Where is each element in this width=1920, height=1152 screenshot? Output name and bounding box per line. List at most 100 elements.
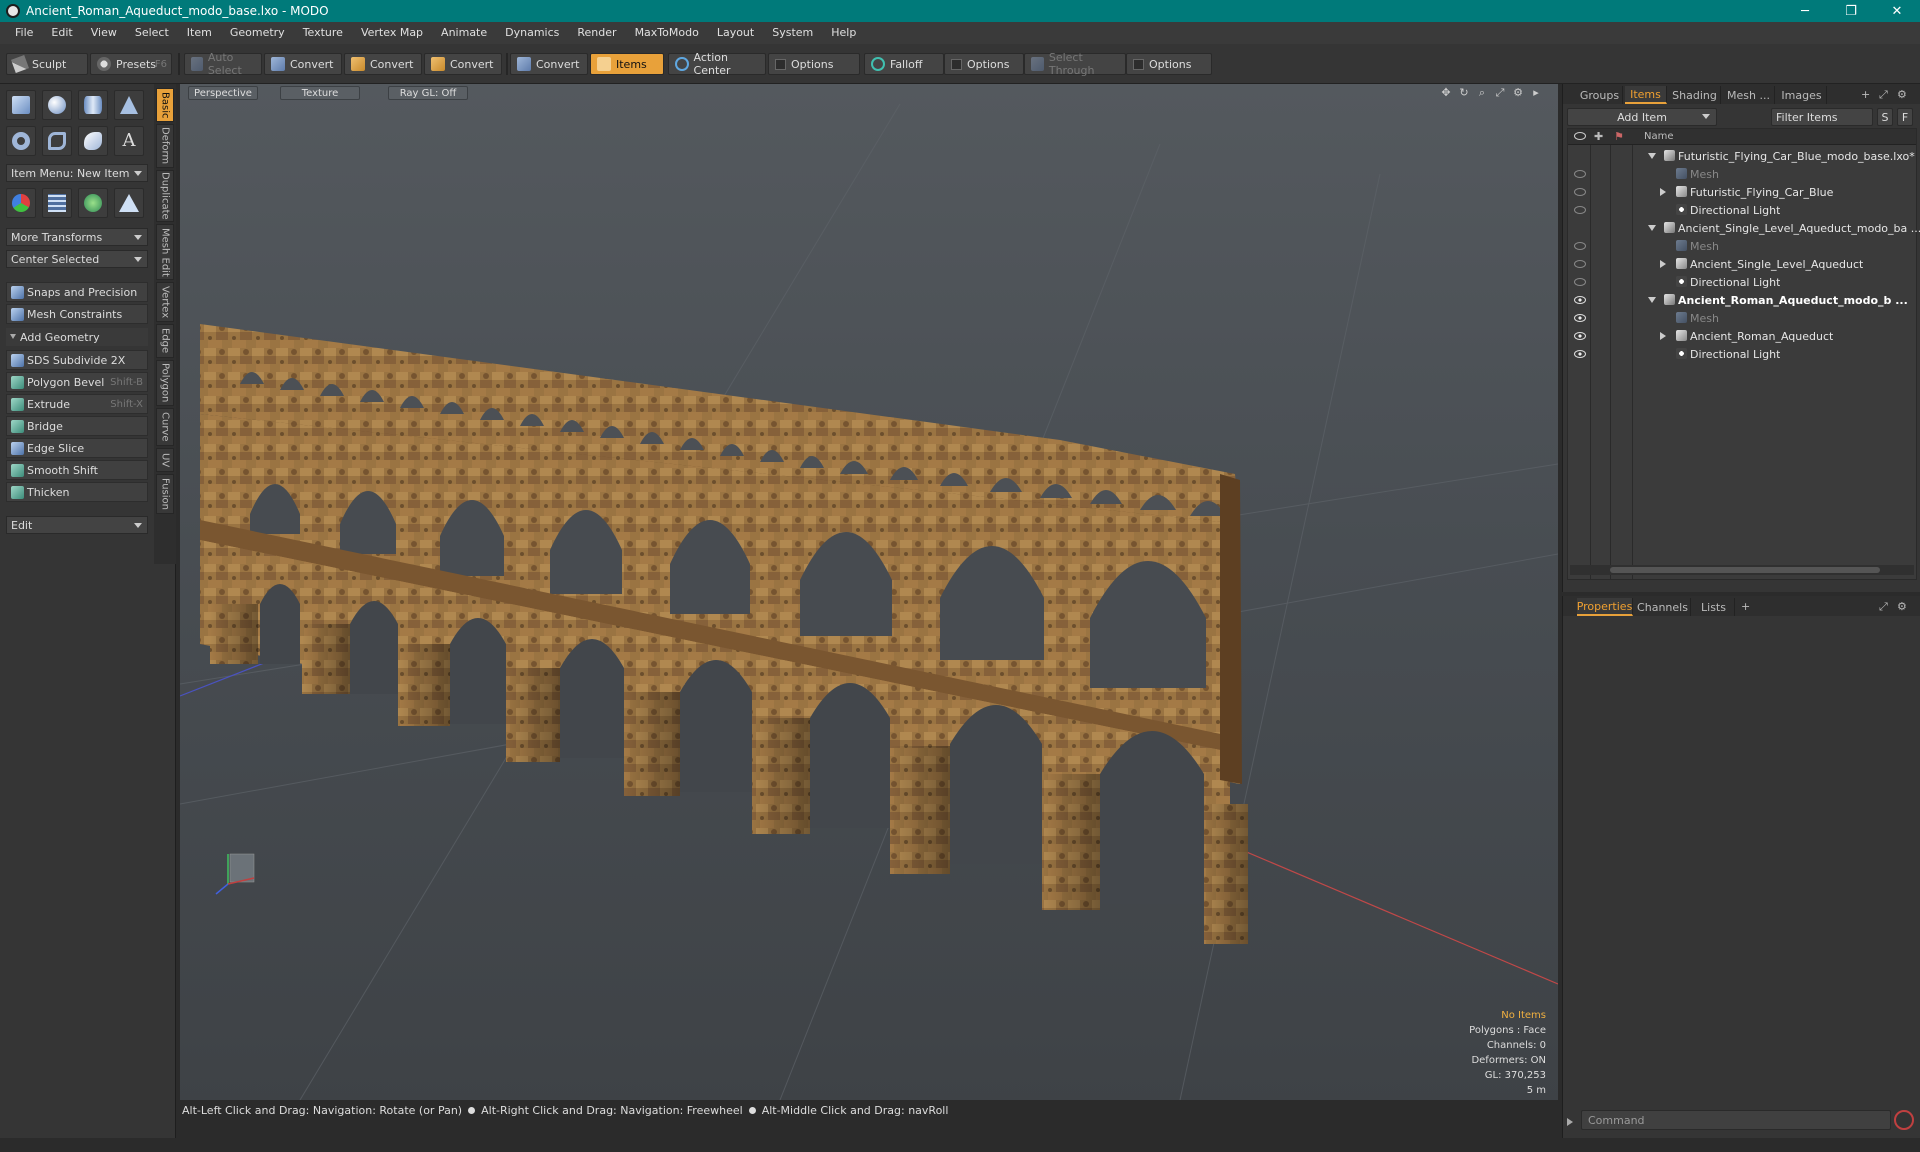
select-through-options-button[interactable]: Options xyxy=(1126,53,1212,75)
cylinder-tool[interactable] xyxy=(78,90,108,120)
menu-select[interactable]: Select xyxy=(126,22,178,44)
select-through-button[interactable]: Select Through xyxy=(1024,51,1126,77)
convert-vertices-button[interactable]: Convert xyxy=(264,53,342,75)
capsule-tool[interactable] xyxy=(78,126,108,156)
tab-fusion[interactable]: Fusion xyxy=(156,474,174,514)
center-selected-dropdown[interactable]: Center Selected xyxy=(6,250,148,268)
tab-curve[interactable]: Curve xyxy=(156,408,174,446)
tab-groups[interactable]: Groups xyxy=(1577,86,1623,104)
falloff-button[interactable]: Falloff xyxy=(864,53,944,75)
torus-tool[interactable] xyxy=(6,126,36,156)
edit-dropdown[interactable]: Edit xyxy=(6,516,148,534)
menu-item[interactable]: Item xyxy=(178,22,221,44)
convert-materials-button[interactable]: Convert xyxy=(510,53,588,75)
convert-edges-button[interactable]: Convert xyxy=(344,53,422,75)
scrollbar-thumb[interactable] xyxy=(1610,567,1880,573)
lock-column-icon[interactable]: ✚ xyxy=(1594,130,1603,143)
command-execute-button[interactable] xyxy=(1894,1110,1914,1130)
tab-images[interactable]: Images xyxy=(1777,86,1827,104)
sds-subdivide-button[interactable]: SDS Subdivide 2X xyxy=(6,350,148,370)
convert-polygons-button[interactable]: Convert xyxy=(424,53,502,75)
eye-icon[interactable] xyxy=(1574,332,1586,340)
thicken-button[interactable]: Thicken xyxy=(6,482,148,502)
tab-duplicate[interactable]: Duplicate xyxy=(156,170,174,222)
snaps-precision-button[interactable]: Snaps and Precision xyxy=(6,282,148,302)
tab-items[interactable]: Items xyxy=(1625,86,1667,104)
menu-file[interactable]: File xyxy=(6,22,42,44)
name-column-header[interactable]: Name xyxy=(1644,131,1674,142)
items-mode-button[interactable]: Items xyxy=(590,53,664,75)
menu-vertex-map[interactable]: Vertex Map xyxy=(352,22,432,44)
tab-channels[interactable]: Channels xyxy=(1635,598,1691,616)
tab-edge[interactable]: Edge xyxy=(156,324,174,358)
smooth-shift-button[interactable]: Smooth Shift xyxy=(6,460,148,480)
scale-tool[interactable] xyxy=(114,188,144,218)
eye-icon[interactable] xyxy=(1574,314,1586,322)
item-menu-dropdown[interactable]: Item Menu: New Item xyxy=(6,164,148,182)
close-button[interactable]: ✕ xyxy=(1874,0,1920,22)
tree-row-scene[interactable]: Futuristic_Flying_Car_Blue_modo_base.lxo… xyxy=(1568,147,1915,165)
tree-row-mesh[interactable]: Mesh xyxy=(1568,237,1898,255)
sculpt-button[interactable]: Sculpt xyxy=(6,53,88,75)
menu-maxtomodo[interactable]: MaxToModo xyxy=(626,22,708,44)
tab-deform[interactable]: Deform xyxy=(156,124,174,168)
tab-lists[interactable]: Lists xyxy=(1693,598,1735,616)
bridge-button[interactable]: Bridge xyxy=(6,416,148,436)
cone-tool[interactable] xyxy=(114,90,144,120)
tab-uv[interactable]: UV xyxy=(156,448,174,472)
menu-view[interactable]: View xyxy=(82,22,126,44)
filter-items-input[interactable]: Filter Items xyxy=(1771,108,1873,126)
tube-tool[interactable] xyxy=(42,126,72,156)
more-transforms-dropdown[interactable]: More Transforms xyxy=(6,228,148,246)
auto-select-button[interactable]: Auto Select xyxy=(184,51,262,77)
maximize-panel-icon[interactable]: ⤢ xyxy=(1879,600,1888,614)
visibility-column-icon[interactable] xyxy=(1574,132,1586,140)
falloff-options-button[interactable]: Options xyxy=(944,53,1024,75)
eye-icon[interactable] xyxy=(1574,170,1586,178)
edge-slice-button[interactable]: Edge Slice xyxy=(6,438,148,458)
gear-icon[interactable]: ⚙ xyxy=(1897,600,1907,613)
maximize-button[interactable]: ❐ xyxy=(1828,0,1874,22)
polygon-bevel-button[interactable]: Polygon Bevel Shift-B xyxy=(6,372,148,392)
cube-tool[interactable] xyxy=(6,90,36,120)
eye-icon[interactable] xyxy=(1574,206,1586,214)
eye-icon[interactable] xyxy=(1574,350,1586,358)
tree-row-group[interactable]: Ancient_Roman_Aqueduct xyxy=(1568,327,1898,345)
command-input[interactable]: Command xyxy=(1581,1110,1891,1130)
tab-polygon[interactable]: Polygon xyxy=(156,360,174,406)
menu-edit[interactable]: Edit xyxy=(42,22,81,44)
tree-row-scene-active[interactable]: Ancient_Roman_Aqueduct_modo_b ... xyxy=(1568,291,1908,309)
tab-mesh-edit[interactable]: Mesh Edit xyxy=(156,224,174,280)
sphere-tool[interactable] xyxy=(42,90,72,120)
expand-arrow-icon[interactable] xyxy=(1660,188,1666,196)
extrude-button[interactable]: Extrude Shift-X xyxy=(6,394,148,414)
render-column-icon[interactable]: ⚑ xyxy=(1614,130,1624,143)
presets-button[interactable]: Presets F6 xyxy=(90,53,172,75)
text-tool[interactable]: A xyxy=(114,126,144,156)
tree-row-group[interactable]: Futuristic_Flying_Car_Blue xyxy=(1568,183,1898,201)
maximize-panel-icon[interactable]: ⤢ xyxy=(1879,88,1888,102)
add-tab-icon[interactable]: + xyxy=(1861,88,1870,101)
tab-mesh[interactable]: Mesh ... xyxy=(1723,86,1775,104)
tab-properties[interactable]: Properties xyxy=(1577,598,1633,616)
expand-arrow-icon[interactable] xyxy=(1648,225,1656,231)
gear-icon[interactable]: ⚙ xyxy=(1897,88,1907,101)
filter-f-toggle[interactable]: F xyxy=(1897,108,1913,126)
rotate-tool[interactable] xyxy=(78,188,108,218)
command-history-arrow-icon[interactable] xyxy=(1567,1118,1573,1126)
tab-vertex[interactable]: Vertex xyxy=(156,282,174,322)
add-geometry-header[interactable]: Add Geometry xyxy=(6,328,148,346)
eye-icon[interactable] xyxy=(1574,278,1586,286)
tree-row-mesh[interactable]: Mesh xyxy=(1568,309,1898,327)
tab-basic[interactable]: Basic xyxy=(156,88,174,122)
expand-arrow-icon[interactable] xyxy=(1660,260,1666,268)
menu-system[interactable]: System xyxy=(763,22,822,44)
menu-render[interactable]: Render xyxy=(568,22,625,44)
menu-geometry[interactable]: Geometry xyxy=(221,22,294,44)
horizontal-scrollbar[interactable] xyxy=(1570,565,1914,575)
3d-viewport[interactable]: Perspective Texture Ray GL: Off ✥ ↻ ⌕ ⤢ … xyxy=(180,84,1558,1120)
tree-row-scene[interactable]: Ancient_Single_Level_Aqueduct_modo_ba ..… xyxy=(1568,219,1920,237)
menu-animate[interactable]: Animate xyxy=(432,22,496,44)
menu-help[interactable]: Help xyxy=(822,22,865,44)
eye-icon[interactable] xyxy=(1574,242,1586,250)
